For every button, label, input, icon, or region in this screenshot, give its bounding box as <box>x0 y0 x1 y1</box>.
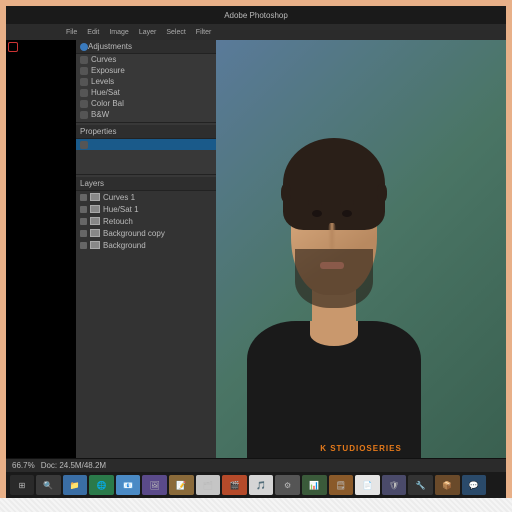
watermark-part2: STUDIOSERIES <box>330 444 402 453</box>
taskbar-photos[interactable]: 🖼 <box>142 475 167 495</box>
status-bar: 66.7% Doc: 24.5M/48.2M <box>6 458 506 472</box>
exposure-icon <box>80 67 88 75</box>
side-panels: Adjustments Curves Exposure Levels Hue/S… <box>76 40 216 458</box>
menu-filter[interactable]: Filter <box>196 29 212 36</box>
visibility-icon[interactable] <box>80 242 87 249</box>
taskbar-explorer[interactable]: 📁 <box>63 475 88 495</box>
layer-row[interactable]: Retouch <box>76 215 216 227</box>
panel-divider <box>76 122 216 123</box>
panel-divider <box>76 174 216 175</box>
layer-row[interactable]: Background copy <box>76 227 216 239</box>
start-button[interactable]: ⊞ <box>10 475 34 495</box>
adjustments-icon <box>80 43 88 51</box>
window-titlebar: Adobe Photoshop <box>6 6 506 24</box>
workspace: Adjustments Curves Exposure Levels Hue/S… <box>6 40 506 458</box>
taskbar-security[interactable]: 🛡 <box>382 475 407 495</box>
doc-size: Doc: 24.5M/48.2M <box>41 461 106 470</box>
eyebrow-right <box>340 200 354 205</box>
bw-icon <box>80 111 88 119</box>
eyebrow-left <box>308 200 322 205</box>
taskbar: ⊞ 🔍 📁 🌐 📧 🖼 📝 🗂 🎬 🎵 ⚙ 📊 🗒 📄 🛡 🔧 📦 💬 <box>6 472 506 498</box>
properties-label: Properties <box>80 127 116 136</box>
menu-bar: File Edit Image Layer Select Filter <box>6 24 506 40</box>
taskbar-notepad[interactable]: 🗒 <box>329 475 354 495</box>
taskbar-video[interactable]: 🎬 <box>222 475 247 495</box>
shirt <box>247 321 422 458</box>
adj-item[interactable]: Levels <box>76 76 216 87</box>
huesat-icon <box>80 89 88 97</box>
adj-item[interactable]: Curves <box>76 54 216 65</box>
curves-icon <box>80 56 88 64</box>
taskbar-settings[interactable]: ⚙ <box>275 475 300 495</box>
nose <box>328 223 336 249</box>
property-row[interactable] <box>76 150 216 161</box>
taskbar-search[interactable]: 🔍 <box>36 475 61 495</box>
layers-header[interactable]: Layers <box>76 177 216 191</box>
beard <box>295 249 372 308</box>
property-row-selected[interactable] <box>76 139 216 150</box>
slider-icon <box>80 141 88 149</box>
taskbar-chat[interactable]: 💬 <box>462 475 487 495</box>
layers-label: Layers <box>80 179 104 188</box>
menu-edit[interactable]: Edit <box>87 29 99 36</box>
layer-row[interactable]: Curves 1 <box>76 191 216 203</box>
menu-image[interactable]: Image <box>109 29 128 36</box>
adj-item[interactable]: Exposure <box>76 65 216 76</box>
record-icon[interactable] <box>8 42 18 52</box>
watermark-text: K STUDIOSERIES <box>320 439 402 454</box>
zoom-level[interactable]: 66.7% <box>12 461 35 470</box>
property-row[interactable] <box>76 161 216 172</box>
layer-thumb <box>90 241 100 249</box>
visibility-icon[interactable] <box>80 206 87 213</box>
desktop-screen: Adobe Photoshop File Edit Image Layer Se… <box>0 0 512 498</box>
app-title: Adobe Photoshop <box>224 11 288 20</box>
watermark-part1: K <box>320 444 330 453</box>
visibility-icon[interactable] <box>80 194 87 201</box>
taskbar-notes[interactable]: 📝 <box>169 475 194 495</box>
adj-item[interactable]: B&W <box>76 109 216 120</box>
menu-file[interactable]: File <box>66 29 77 36</box>
layer-row[interactable]: Hue/Sat 1 <box>76 203 216 215</box>
taskbar-mail[interactable]: 📧 <box>116 475 141 495</box>
menu-select[interactable]: Select <box>166 29 185 36</box>
layer-thumb <box>90 193 100 201</box>
taskbar-browser[interactable]: 🌐 <box>89 475 114 495</box>
canvas-area[interactable]: K STUDIOSERIES <box>216 40 506 458</box>
adjustments-header[interactable]: Adjustments <box>76 40 216 54</box>
layers-panel: Curves 1 Hue/Sat 1 Retouch Background co… <box>76 191 216 458</box>
adj-item[interactable]: Hue/Sat <box>76 87 216 98</box>
visibility-icon[interactable] <box>80 230 87 237</box>
levels-icon <box>80 78 88 86</box>
menu-layer[interactable]: Layer <box>139 29 157 36</box>
layer-row[interactable]: Background <box>76 239 216 251</box>
taskbar-files[interactable]: 🗂 <box>196 475 221 495</box>
visibility-icon[interactable] <box>80 218 87 225</box>
taskbar-tools[interactable]: 🔧 <box>408 475 433 495</box>
desk-surface <box>0 498 512 512</box>
hair <box>283 138 385 229</box>
taskbar-docs[interactable]: 📄 <box>355 475 380 495</box>
layer-thumb <box>90 205 100 213</box>
properties-header[interactable]: Properties <box>76 125 216 139</box>
adjustments-label: Adjustments <box>88 42 132 51</box>
taskbar-store[interactable]: 📦 <box>435 475 460 495</box>
mouth <box>320 262 344 269</box>
layer-thumb <box>90 217 100 225</box>
portrait-subject <box>231 132 434 458</box>
photo-background: K STUDIOSERIES <box>216 40 506 458</box>
colorbal-icon <box>80 100 88 108</box>
taskbar-sheets[interactable]: 📊 <box>302 475 327 495</box>
left-margin <box>6 40 76 458</box>
taskbar-music[interactable]: 🎵 <box>249 475 274 495</box>
layer-thumb <box>90 229 100 237</box>
adj-item[interactable]: Color Bal <box>76 98 216 109</box>
